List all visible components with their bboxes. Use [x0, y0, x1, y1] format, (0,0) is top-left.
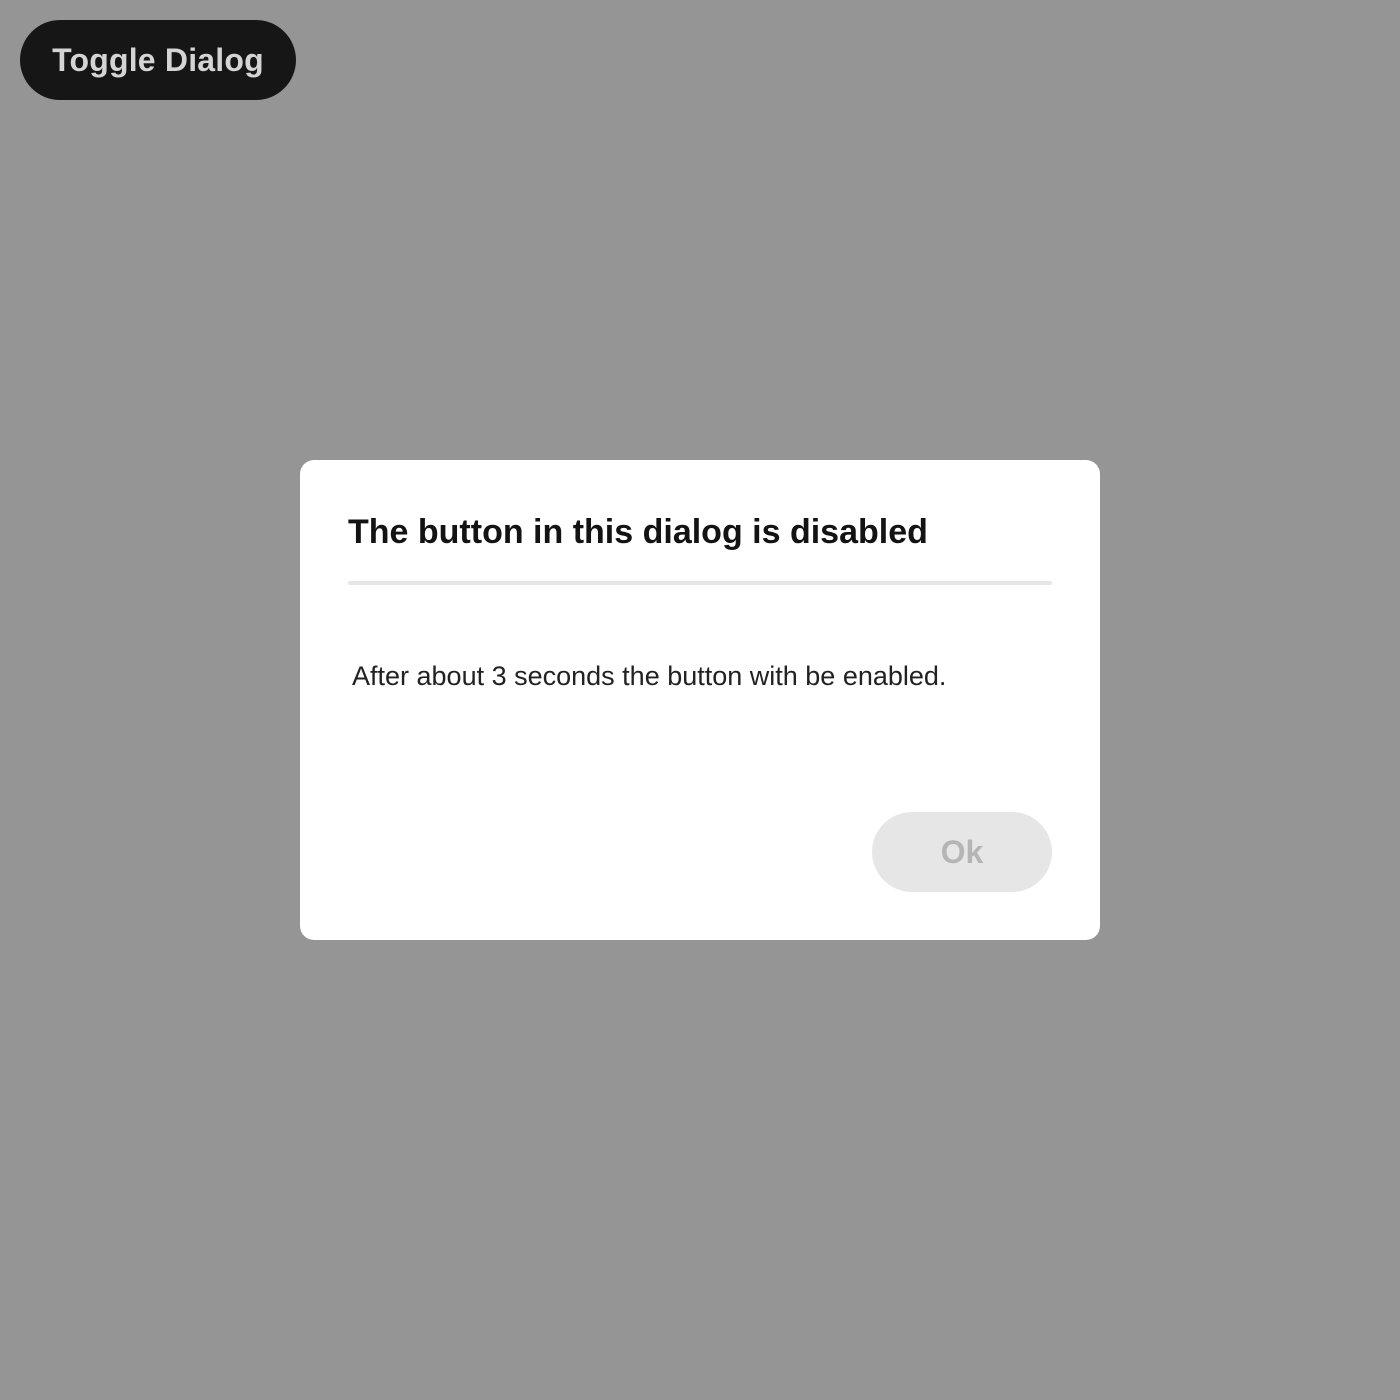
ok-button[interactable]: Ok	[872, 812, 1052, 892]
page-backdrop: { "toggle_button": { "label": "Toggle Di…	[0, 0, 1400, 1400]
dialog-divider	[348, 581, 1052, 585]
toggle-dialog-button[interactable]: Toggle Dialog	[20, 20, 296, 100]
dialog-body-text: After about 3 seconds the button with be…	[352, 661, 947, 691]
dialog: The button in this dialog is disabled Af…	[300, 460, 1100, 940]
dialog-title: The button in this dialog is disabled	[348, 513, 928, 551]
